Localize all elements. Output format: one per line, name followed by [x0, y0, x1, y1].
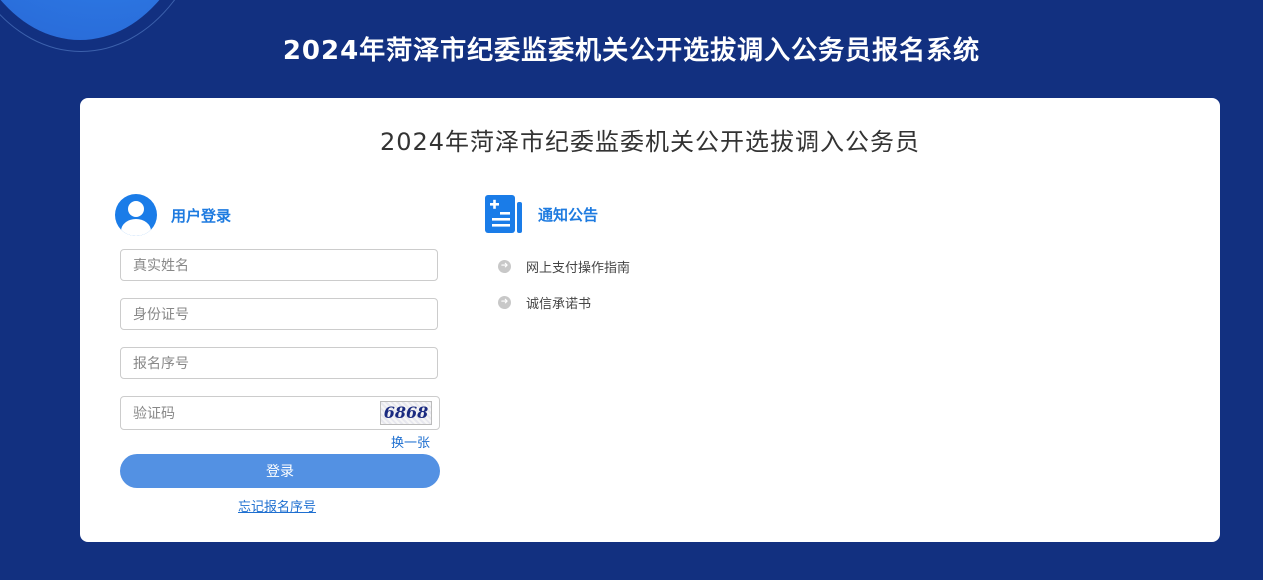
id-number-input[interactable] — [120, 298, 438, 330]
login-heading: 用户登录 — [171, 206, 232, 225]
notice-heading: 通知公告 — [538, 205, 599, 224]
main-panel: 2024年菏泽市纪委监委机关公开选拔调入公务员 用户登录 6868 换一张 登录… — [80, 98, 1220, 542]
document-icon — [485, 195, 522, 233]
registration-number-input[interactable] — [120, 347, 438, 379]
login-header: 用户登录 — [115, 194, 231, 236]
panel-title: 2024年菏泽市纪委监委机关公开选拔调入公务员 — [379, 128, 921, 156]
notice-item[interactable]: ➜ 网上支付操作指南 — [498, 256, 630, 276]
login-button[interactable]: 登录 — [120, 454, 440, 488]
forgot-registration-number-link[interactable]: 忘记报名序号 — [238, 496, 316, 515]
notice-item[interactable]: ➜ 诚信承诺书 — [498, 292, 630, 312]
notice-item-label: 网上支付操作指南 — [526, 260, 631, 276]
refresh-captcha-link[interactable]: 换一张 — [391, 432, 430, 451]
notice-list: ➜ 网上支付操作指南 ➜ 诚信承诺书 — [498, 256, 630, 328]
arrow-right-circle-icon: ➜ — [498, 295, 511, 309]
notice-item-label: 诚信承诺书 — [526, 296, 592, 312]
notice-header: 通知公告 — [484, 194, 598, 234]
site-title: 2024年菏泽市纪委监委机关公开选拔调入公务员报名系统 — [282, 36, 981, 66]
captcha-image[interactable]: 6868 — [380, 401, 432, 425]
user-icon — [115, 194, 157, 236]
arrow-right-circle-icon: ➜ — [498, 259, 511, 273]
name-input[interactable] — [120, 249, 438, 281]
